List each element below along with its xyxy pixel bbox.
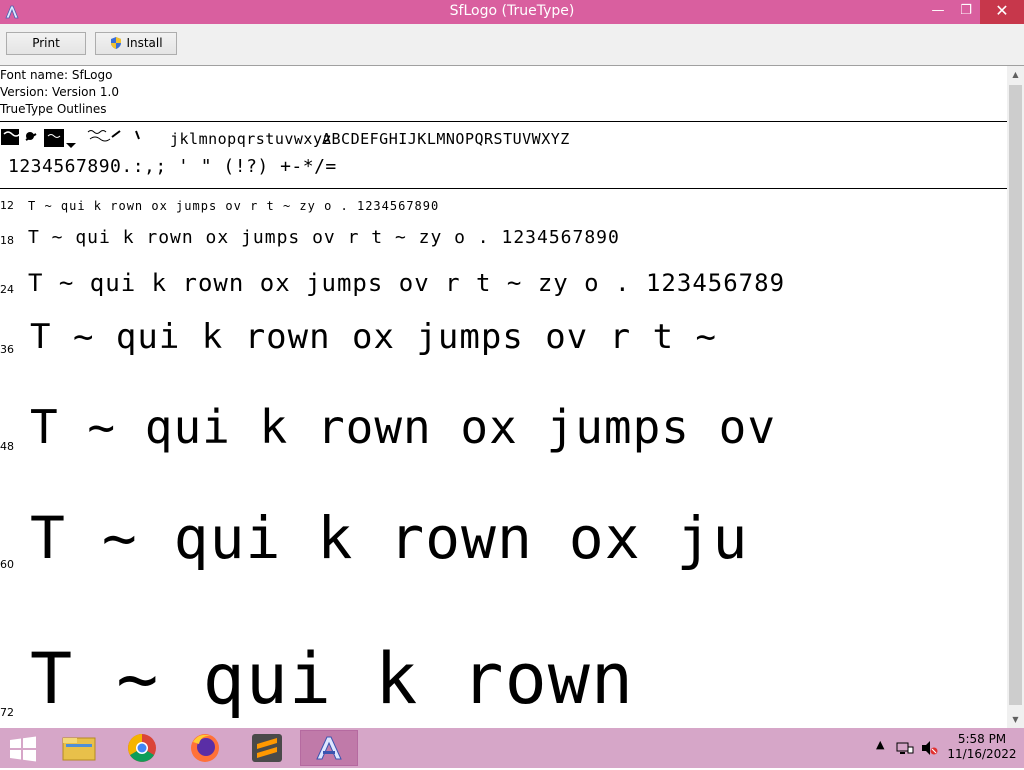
minimize-button[interactable]: — bbox=[924, 0, 952, 24]
taskbar-font-viewer[interactable] bbox=[300, 730, 358, 766]
sample-text: T ~ qui k rown ox ju bbox=[30, 504, 749, 572]
volume-muted-icon[interactable] bbox=[920, 740, 938, 756]
toolbar: Print Install bbox=[0, 24, 1024, 66]
system-clock[interactable]: 5:58 PM 11/16/2022 bbox=[946, 732, 1018, 762]
size-label: 24 bbox=[0, 283, 14, 296]
taskbar: ▲ 5:58 PM 11/16/2022 bbox=[0, 728, 1024, 768]
uac-shield-icon bbox=[111, 37, 122, 49]
size-label: 72 bbox=[0, 706, 14, 719]
size-sample-row-48: 48 T ~ qui k rown ox jumps ov bbox=[0, 366, 1007, 456]
taskbar-chrome[interactable] bbox=[113, 730, 171, 766]
sample-text: T ~ qui k rown ox jumps ov r t ~ zy o . … bbox=[28, 269, 786, 297]
logo-glyphs-icon bbox=[1, 129, 140, 148]
firefox-icon bbox=[191, 734, 219, 762]
network-icon[interactable] bbox=[896, 740, 914, 756]
sample-text: T ~ qui k rown ox jumps ov r t ~ bbox=[30, 317, 718, 357]
chrome-icon bbox=[128, 734, 156, 762]
windows-start-icon[interactable] bbox=[8, 736, 38, 762]
maximize-button[interactable]: ❐ bbox=[952, 0, 980, 24]
size-sample-row-18: 18 T ~ qui k rown ox jumps ov r t ~ zy o … bbox=[0, 217, 1007, 250]
sample-text: T ~ qui k rown ox jumps ov r t ~ zy o . … bbox=[28, 199, 440, 213]
font-type-line: TrueType Outlines bbox=[0, 102, 107, 116]
size-label: 12 bbox=[0, 199, 14, 212]
sublime-text-icon bbox=[252, 734, 282, 762]
title-bar: SfLogo (TrueType) — ❐ ✕ bbox=[0, 0, 1024, 24]
font-name-line: Font name: SfLogo bbox=[0, 68, 113, 82]
taskbar-sublime-text[interactable] bbox=[238, 730, 296, 766]
sample-text: T ~ qui k rown ox jumps ov bbox=[30, 400, 777, 454]
sample-text: T ~ qui k rown ox jumps ov r t ~ zy o . … bbox=[28, 227, 620, 248]
size-label: 60 bbox=[0, 558, 14, 571]
taskbar-firefox[interactable] bbox=[176, 730, 234, 766]
glyph-uppercase: ABCDEFGHIJKLMNOPQRSTUVWXYZ bbox=[322, 130, 570, 148]
install-button[interactable]: Install bbox=[95, 32, 177, 55]
scroll-up-arrow-icon[interactable]: ▲ bbox=[1007, 66, 1024, 83]
folder-icon bbox=[62, 737, 96, 761]
size-label: 18 bbox=[0, 234, 14, 247]
glyph-row-2: 1234567890.:,; ' " (!?) +-*/= bbox=[0, 156, 1007, 184]
size-label: 48 bbox=[0, 440, 14, 453]
install-button-label: Install bbox=[126, 36, 163, 50]
print-button[interactable]: Print bbox=[6, 32, 86, 55]
window-title: SfLogo (TrueType) bbox=[449, 3, 575, 19]
size-sample-row-24: 24 T ~ qui k rown ox jumps ov r t ~ zy o … bbox=[0, 254, 1007, 299]
glyph-symbols: 1234567890.:,; ' " (!?) +-*/= bbox=[8, 156, 337, 177]
font-viewer-icon bbox=[316, 736, 342, 760]
print-button-label: Print bbox=[32, 36, 60, 50]
glyph-lowercase: jklmnopqrstuvwxyz bbox=[170, 130, 333, 148]
vertical-scrollbar[interactable]: ▲ ▼ bbox=[1007, 66, 1024, 728]
close-button[interactable]: ✕ bbox=[980, 0, 1024, 24]
clock-date: 11/16/2022 bbox=[947, 747, 1017, 761]
font-version-line: Version: Version 1.0 bbox=[0, 85, 120, 99]
tray-overflow-icon[interactable]: ▲ bbox=[876, 738, 884, 751]
size-sample-row-60: 60 T ~ qui k rown ox ju bbox=[0, 464, 1007, 574]
divider-top bbox=[0, 121, 1007, 122]
size-label: 36 bbox=[0, 343, 14, 356]
size-sample-row-36: 36 T ~ qui k rown ox jumps ov r t ~ bbox=[0, 304, 1007, 359]
glyph-row-1: jklmnopqrstuvwxyz ABCDEFGHIJKLMNOPQRSTUV… bbox=[0, 126, 1007, 154]
scroll-down-arrow-icon[interactable]: ▼ bbox=[1007, 711, 1024, 728]
clock-time: 5:58 PM bbox=[957, 732, 1007, 746]
scroll-thumb[interactable] bbox=[1009, 85, 1022, 705]
size-sample-row-72: 72 T ~ qui k rown bbox=[0, 582, 1007, 722]
size-sample-row-12: 12 T ~ qui k rown ox jumps ov r t ~ zy o … bbox=[0, 195, 1007, 215]
divider-bottom bbox=[0, 188, 1007, 189]
font-preview-pane: Font name: SfLogo Version: Version 1.0 T… bbox=[0, 66, 1007, 728]
sample-text: T ~ qui k rown bbox=[30, 638, 635, 720]
taskbar-file-explorer[interactable] bbox=[50, 730, 108, 766]
